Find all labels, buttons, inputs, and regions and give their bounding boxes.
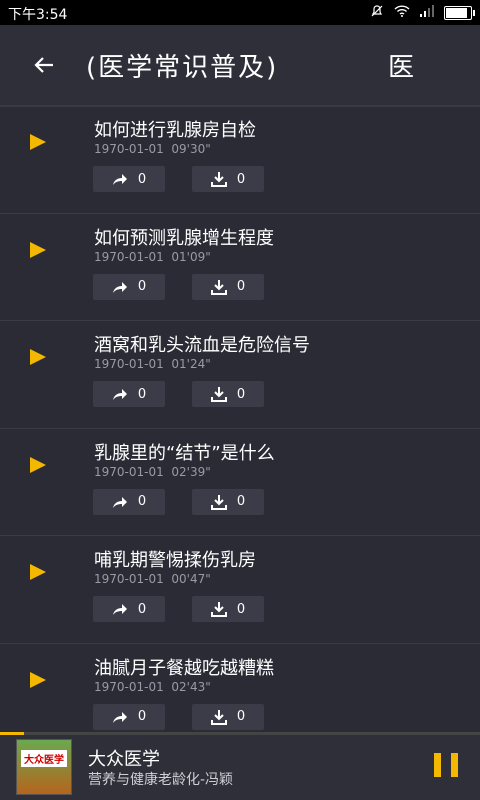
pause-button[interactable] [434, 753, 458, 777]
episode-title: 如何预测乳腺增生程度 [94, 227, 274, 249]
list-item[interactable]: 乳腺里的“结节”是什么 1970-01-01 02'39" 0 0 [0, 429, 480, 536]
share-count: 0 [137, 601, 147, 617]
share-count: 0 [137, 709, 147, 724]
episode-title: 油腻月子餐越吃越糟糕 [94, 657, 274, 679]
status-icons [370, 4, 475, 22]
share-count: 0 [137, 386, 147, 402]
share-count: 0 [137, 171, 147, 187]
share-icon [112, 281, 127, 293]
play-icon[interactable] [30, 349, 46, 365]
download-icon [210, 709, 227, 725]
episode-meta: 1970-01-01 01'09" [94, 249, 211, 264]
play-icon[interactable] [30, 134, 46, 150]
download-button[interactable]: 0 [192, 381, 264, 407]
episode-meta: 1970-01-01 00'47" [94, 572, 211, 586]
share-icon [112, 496, 127, 508]
download-button[interactable]: 0 [192, 703, 264, 730]
player-title: 大众医学 [88, 749, 160, 770]
share-button[interactable]: 0 [93, 703, 165, 730]
download-count: 0 [236, 386, 246, 402]
share-button[interactable]: 0 [93, 488, 165, 515]
episode-meta: 1970-01-01 01'24" [94, 357, 211, 371]
episode-title: 酒窝和乳头流血是危险信号 [94, 335, 310, 356]
arrow-left-icon [34, 57, 53, 73]
episode-meta: 1970-01-01 02'39" [94, 464, 211, 479]
play-icon[interactable] [30, 456, 46, 473]
download-button[interactable]: 0 [192, 273, 264, 300]
episode-title: 乳腺里的“结节”是什么 [94, 442, 275, 464]
list-item[interactable]: 油腻月子餐越吃越糟糕 1970-01-01 02'43" 0 0 [0, 644, 480, 735]
pause-icon [434, 753, 441, 777]
share-icon [112, 604, 127, 615]
share-icon [112, 389, 127, 400]
episode-meta: 1970-01-01 02'43" [94, 679, 211, 694]
episode-title: 哺乳期警惕揉伤乳房 [94, 550, 256, 571]
download-button[interactable]: 0 [192, 488, 264, 515]
download-icon [210, 387, 227, 402]
download-count: 0 [236, 171, 246, 187]
battery-icon [444, 6, 475, 20]
play-icon[interactable] [30, 564, 46, 580]
page-title: (医学常识普及) [86, 53, 279, 83]
signal-icon [420, 5, 434, 21]
play-icon[interactable] [30, 671, 46, 688]
episode-meta: 1970-01-01 09'30" [94, 142, 211, 156]
download-count: 0 [236, 601, 246, 617]
app-bar-right-label[interactable]: 医 [388, 47, 414, 84]
mini-player[interactable]: 大众医学 大众医学 营养与健康老龄化-冯颖 [0, 735, 480, 800]
album-cover: 大众医学 [16, 739, 72, 795]
episode-list: 如何进行乳腺房自检 1970-01-01 09'30" 0 0 如何预测乳腺增生… [0, 106, 480, 734]
download-count: 0 [236, 279, 246, 294]
share-button[interactable]: 0 [93, 596, 165, 622]
download-icon [210, 494, 227, 510]
wifi-icon [394, 5, 410, 21]
download-icon [210, 279, 227, 295]
play-icon[interactable] [30, 241, 46, 258]
share-button[interactable]: 0 [93, 166, 165, 192]
status-bar: 下午3:54 [0, 0, 480, 25]
list-item[interactable]: 如何进行乳腺房自检 1970-01-01 09'30" 0 0 [0, 106, 480, 214]
share-button[interactable]: 0 [93, 273, 165, 300]
download-icon [210, 602, 227, 617]
list-item[interactable]: 酒窝和乳头流血是危险信号 1970-01-01 01'24" 0 0 [0, 321, 480, 429]
share-button[interactable]: 0 [93, 381, 165, 407]
download-count: 0 [236, 494, 246, 509]
status-time: 下午3:54 [8, 7, 68, 23]
cover-label: 大众医学 [21, 750, 67, 767]
share-icon [112, 174, 127, 185]
list-item[interactable]: 哺乳期警惕揉伤乳房 1970-01-01 00'47" 0 0 [0, 536, 480, 644]
share-count: 0 [137, 494, 147, 509]
download-button[interactable]: 0 [192, 166, 264, 192]
player-subtitle: 营养与健康老龄化-冯颖 [88, 772, 234, 788]
download-button[interactable]: 0 [192, 596, 264, 622]
list-item[interactable]: 如何预测乳腺增生程度 1970-01-01 01'09" 0 0 [0, 214, 480, 321]
download-icon [210, 172, 227, 187]
mute-icon [370, 4, 384, 22]
download-count: 0 [236, 709, 246, 724]
app-bar: (医学常识普及) 医 [0, 25, 480, 107]
share-count: 0 [137, 279, 147, 294]
back-button[interactable] [28, 49, 60, 81]
share-icon [112, 711, 127, 723]
episode-title: 如何进行乳腺房自检 [94, 120, 256, 141]
